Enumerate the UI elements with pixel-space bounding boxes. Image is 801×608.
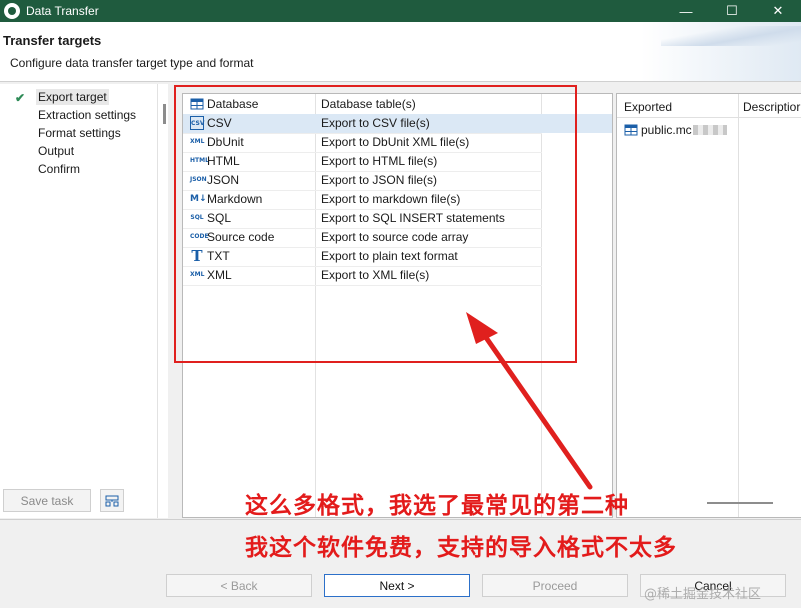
watermark-text: @稀土掘金技术社区 [644, 587, 762, 602]
annotation-line-1: 这么多格式，我选了最常见的第二种 [245, 493, 629, 519]
annotation-line-2: 我这个软件免费，支持的导入格式不太多 [245, 535, 677, 561]
